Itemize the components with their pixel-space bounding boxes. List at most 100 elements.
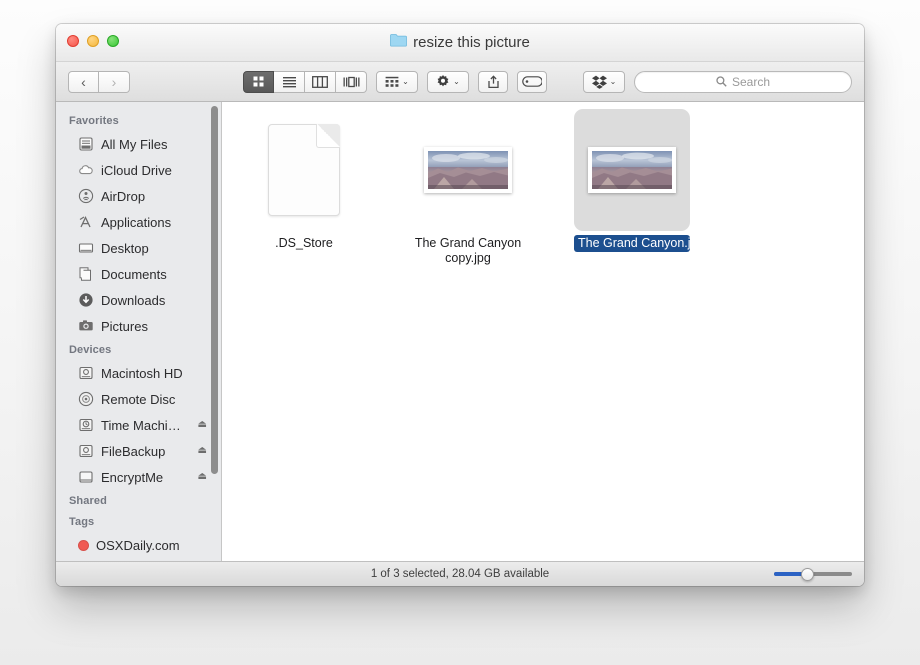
sidebar-item-macintosh-hd[interactable]: Macintosh HD [56, 360, 221, 386]
status-text: 1 of 3 selected, 28.04 GB available [371, 568, 549, 580]
window-title-text: resize this picture [413, 34, 530, 51]
sidebar-item-tag-osxdaily[interactable]: OSXDaily.com [56, 532, 221, 558]
harddisk-icon [78, 443, 94, 459]
forward-button[interactable]: › [99, 71, 130, 93]
disc-icon [78, 391, 94, 407]
chevron-down-icon: ⌄ [610, 78, 617, 86]
sidebar-item-desktop[interactable]: Desktop [56, 235, 221, 261]
tag-dot-icon [78, 540, 89, 551]
sidebar-item-label: Applications [101, 215, 171, 230]
sidebar-item-label: Documents [101, 267, 167, 282]
downloads-icon [78, 292, 94, 308]
view-mode-icon[interactable] [243, 71, 274, 93]
chevron-down-icon: ⌄ [453, 78, 460, 86]
sidebar-item-label: iCloud Drive [101, 163, 172, 178]
icon-size-slider[interactable] [774, 567, 852, 581]
file-label: .DS_Store [271, 235, 337, 252]
timemachine-icon [78, 417, 94, 433]
sidebar-item-label: Downloads [101, 293, 165, 308]
list-view-icon [282, 76, 297, 88]
canyon-photo [592, 151, 672, 189]
icon-view-icon [252, 75, 265, 88]
file-label: The Grand Canyon copy.jpg [410, 235, 526, 267]
sidebar-item-all-my-files[interactable]: All My Files [56, 131, 221, 157]
all-my-files-icon [78, 136, 94, 152]
sidebar: Favorites All My Files [56, 102, 222, 561]
eject-button[interactable]: ⏏ [198, 420, 207, 430]
action-button[interactable]: ⌄ [427, 71, 469, 93]
eject-button[interactable]: ⏏ [198, 472, 207, 482]
file-item-grand-canyon-copy[interactable]: The Grand Canyon copy.jpg [410, 109, 526, 267]
dropbox-button[interactable]: ⌄ [583, 71, 625, 93]
sidebar-item-pictures[interactable]: Pictures [56, 313, 221, 339]
sidebar-item-label: EncryptMe [101, 470, 163, 485]
sidebar-item-applications[interactable]: Applications [56, 209, 221, 235]
sidebar-item-filebackup[interactable]: FileBackup ⏏ [56, 438, 221, 464]
documents-icon [78, 266, 94, 282]
sidebar-section-devices: Devices [56, 339, 221, 360]
share-button[interactable] [478, 71, 508, 93]
search-input[interactable]: Search [634, 71, 852, 93]
document-icon [268, 124, 340, 216]
sidebar-item-label: Pictures [101, 319, 148, 334]
pictures-icon [78, 318, 94, 334]
file-icon-slot [410, 109, 526, 231]
search-placeholder: Search [732, 75, 770, 89]
coverflow-view-icon [343, 76, 360, 88]
file-item-ds-store[interactable]: .DS_Store [246, 109, 362, 252]
view-mode-coverflow[interactable] [336, 71, 367, 93]
chevron-right-icon: › [112, 75, 117, 89]
desktop-icon [78, 240, 94, 256]
sidebar-item-documents[interactable]: Documents [56, 261, 221, 287]
sidebar-item-label: Macintosh HD [101, 366, 183, 381]
navigation-buttons: ‹ › [68, 71, 130, 93]
titlebar[interactable]: resize this picture [56, 24, 864, 62]
page-title: resize this picture [56, 33, 864, 51]
dropbox-icon [592, 75, 607, 89]
back-button[interactable]: ‹ [68, 71, 99, 93]
arrange-icon [385, 76, 399, 88]
sidebar-item-downloads[interactable]: Downloads [56, 287, 221, 313]
applications-icon [78, 214, 94, 230]
sidebar-item-remote-disc[interactable]: Remote Disc [56, 386, 221, 412]
search-icon [716, 76, 727, 87]
file-icon-slot [246, 109, 362, 231]
sidebar-item-icloud-drive[interactable]: iCloud Drive [56, 157, 221, 183]
file-browser-area[interactable]: .DS_Store [222, 102, 864, 561]
toolbar: ‹ › [56, 62, 864, 102]
photo-thumbnail [424, 147, 512, 193]
sidebar-item-label: AirDrop [101, 189, 145, 204]
sidebar-section-favorites: Favorites [56, 110, 221, 131]
sidebar-item-time-machine[interactable]: Time Machi… ⏏ [56, 412, 221, 438]
chevron-down-icon: ⌄ [402, 78, 409, 86]
sidebar-item-airdrop[interactable]: AirDrop [56, 183, 221, 209]
file-item-grand-canyon[interactable]: The Grand Canyon.jpg [574, 109, 690, 252]
view-mode-column[interactable] [305, 71, 336, 93]
canyon-photo [428, 151, 508, 189]
sidebar-item-label: Remote Disc [101, 392, 175, 407]
share-icon [487, 75, 500, 89]
chevron-left-icon: ‹ [81, 75, 86, 89]
icloud-icon [78, 162, 94, 178]
file-label-selected: The Grand Canyon.jpg [574, 235, 690, 252]
view-mode-list[interactable] [274, 71, 305, 93]
external-drive-icon [78, 469, 94, 485]
gear-icon [436, 75, 450, 89]
file-icon-slot-selected [574, 109, 690, 231]
window-body: Favorites All My Files [56, 102, 864, 561]
slider-knob[interactable] [801, 568, 814, 581]
tag-button[interactable] [517, 71, 547, 93]
view-mode-switcher [243, 71, 367, 93]
sidebar-item-label: Desktop [101, 241, 149, 256]
sidebar-scrollbar[interactable] [211, 106, 218, 474]
arrange-button[interactable]: ⌄ [376, 71, 418, 93]
sidebar-section-shared: Shared [56, 490, 221, 511]
eject-button[interactable]: ⏏ [198, 446, 207, 456]
harddisk-icon [78, 365, 94, 381]
tag-icon [522, 76, 542, 87]
sidebar-item-encryptme[interactable]: EncryptMe ⏏ [56, 464, 221, 490]
sidebar-item-label: Time Machi… [101, 418, 181, 433]
sidebar-item-label: OSXDaily.com [96, 538, 180, 553]
statusbar: 1 of 3 selected, 28.04 GB available [56, 561, 864, 586]
folder-icon [390, 33, 407, 51]
